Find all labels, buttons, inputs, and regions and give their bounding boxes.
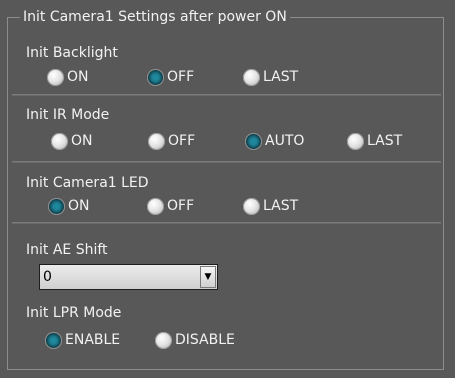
ir-off-label: OFF: [168, 133, 196, 149]
radio-selected-icon: [147, 68, 164, 86]
radio-off-icon: [147, 197, 164, 215]
led-last-label: LAST: [263, 198, 299, 214]
radio-selected-icon: [245, 132, 262, 150]
lpr-disable-radio[interactable]: DISABLE: [155, 331, 235, 349]
lpr-enable-label: ENABLE: [65, 332, 121, 348]
radio-off-icon: [51, 132, 68, 150]
led-on-radio[interactable]: ON: [48, 197, 90, 215]
chevron-down-icon[interactable]: ▼: [200, 266, 216, 288]
led-off-radio[interactable]: OFF: [147, 197, 194, 215]
backlight-on-radio[interactable]: ON: [47, 68, 89, 86]
backlight-on-label: ON: [67, 69, 89, 85]
ir-mode-label: Init IR Mode: [26, 107, 110, 123]
separator: [12, 222, 441, 224]
ir-last-radio[interactable]: LAST: [347, 132, 402, 150]
radio-off-icon: [347, 132, 364, 150]
backlight-off-radio[interactable]: OFF: [147, 68, 194, 86]
ir-auto-radio[interactable]: AUTO: [245, 132, 304, 150]
lpr-enable-radio[interactable]: ENABLE: [45, 331, 120, 349]
radio-selected-icon: [45, 331, 62, 349]
radio-selected-icon: [48, 197, 65, 215]
led-last-radio[interactable]: LAST: [243, 197, 298, 215]
lpr-mode-label: Init LPR Mode: [26, 305, 122, 321]
led-label: Init Camera1 LED: [26, 175, 149, 191]
radio-off-icon: [148, 132, 165, 150]
ae-shift-label: Init AE Shift: [26, 242, 108, 258]
settings-group-title: Init Camera1 Settings after power ON: [20, 8, 290, 26]
ir-on-radio[interactable]: ON: [51, 132, 93, 150]
ir-last-label: LAST: [367, 133, 403, 149]
backlight-last-label: LAST: [263, 69, 299, 85]
separator: [12, 161, 441, 163]
lpr-disable-label: DISABLE: [175, 332, 235, 348]
ae-shift-select[interactable]: 0 ▼: [39, 264, 218, 290]
led-off-label: OFF: [167, 198, 195, 214]
radio-off-icon: [243, 68, 260, 86]
backlight-last-radio[interactable]: LAST: [243, 68, 298, 86]
radio-off-icon: [47, 68, 64, 86]
ir-on-label: ON: [71, 133, 93, 149]
led-on-label: ON: [68, 198, 90, 214]
ir-off-radio[interactable]: OFF: [148, 132, 195, 150]
ir-auto-label: AUTO: [265, 133, 305, 149]
backlight-off-label: OFF: [167, 69, 195, 85]
radio-off-icon: [243, 197, 260, 215]
radio-off-icon: [155, 331, 172, 349]
ae-shift-value: 0: [43, 269, 52, 285]
backlight-label: Init Backlight: [26, 45, 118, 61]
separator: [12, 94, 441, 96]
